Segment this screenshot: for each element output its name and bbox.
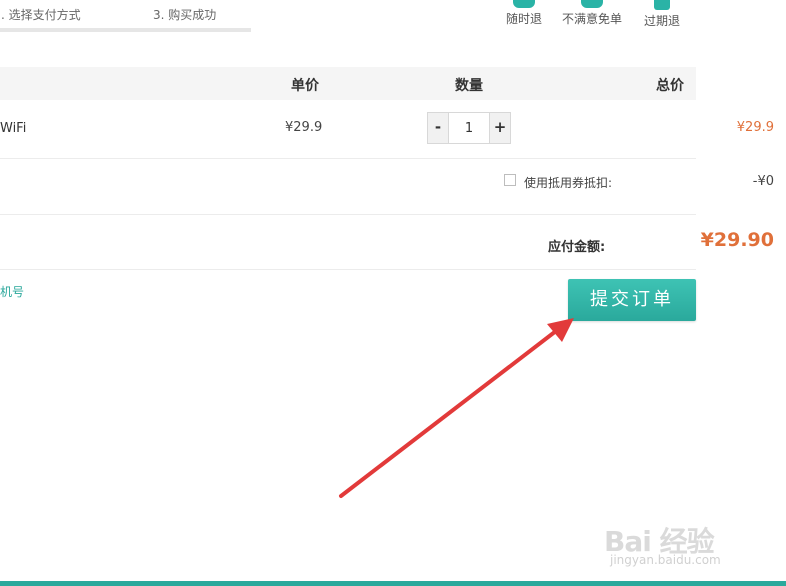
row-total-price: ¥29.9 (736, 120, 774, 135)
quantity-stepper: - + (427, 112, 511, 144)
coupon-checkbox[interactable] (504, 174, 516, 186)
guarantee-label: 随时退 (505, 12, 542, 26)
header-quantity: 数量 (455, 78, 483, 94)
checkout-page: . 选择支付方式 3. 购买成功 随时退 不满意免单 过期退 单价 数量 总价 … (0, 0, 786, 586)
header-total: 总价 (656, 78, 684, 94)
step-purchase-success: 3. 购买成功 (153, 8, 217, 22)
guarantee-label: 过期退 (643, 14, 680, 28)
footer-accent-bar (0, 581, 786, 586)
row-divider (0, 214, 696, 215)
unit-price: ¥29.9 (285, 120, 323, 135)
bind-phone-link[interactable]: 机号 (0, 283, 24, 300)
guarantee-refund-anytime: 随时退 (505, 0, 543, 27)
row-divider (0, 158, 696, 159)
row-divider (0, 269, 696, 270)
quantity-input[interactable] (449, 113, 489, 143)
coupon-label: 使用抵用券抵扣: (524, 176, 613, 190)
coupon-discount-value: -¥0 (752, 174, 774, 189)
guarantee-label: 不满意免单 (561, 12, 622, 26)
shield-icon (513, 0, 535, 8)
guarantee-refund-expired: 过期退 (643, 0, 681, 29)
payable-amount-value: ¥29.90 (700, 229, 774, 251)
submit-order-button[interactable]: 提交订单 (568, 279, 696, 321)
shield-icon (581, 0, 603, 8)
product-name: WiFi (0, 121, 27, 136)
increase-quantity-button[interactable]: + (489, 113, 510, 143)
decrease-quantity-button[interactable]: - (428, 113, 449, 143)
watermark-url: jingyan.baidu.com (610, 553, 721, 567)
payable-amount-label: 应付金额: (548, 240, 606, 255)
guarantee-free-if-unsatisfied: 不满意免单 (561, 0, 623, 27)
step-choose-payment: . 选择支付方式 (1, 8, 81, 22)
steps-progress-bar (0, 28, 251, 32)
clock-icon (654, 0, 670, 10)
header-unit-price: 单价 (291, 78, 319, 94)
order-table-header: 单价 数量 总价 (0, 67, 696, 100)
progress-steps: . 选择支付方式 3. 购买成功 (0, 0, 251, 32)
baidu-watermark: Bai 经验 jingyan.baidu.com (604, 520, 744, 570)
